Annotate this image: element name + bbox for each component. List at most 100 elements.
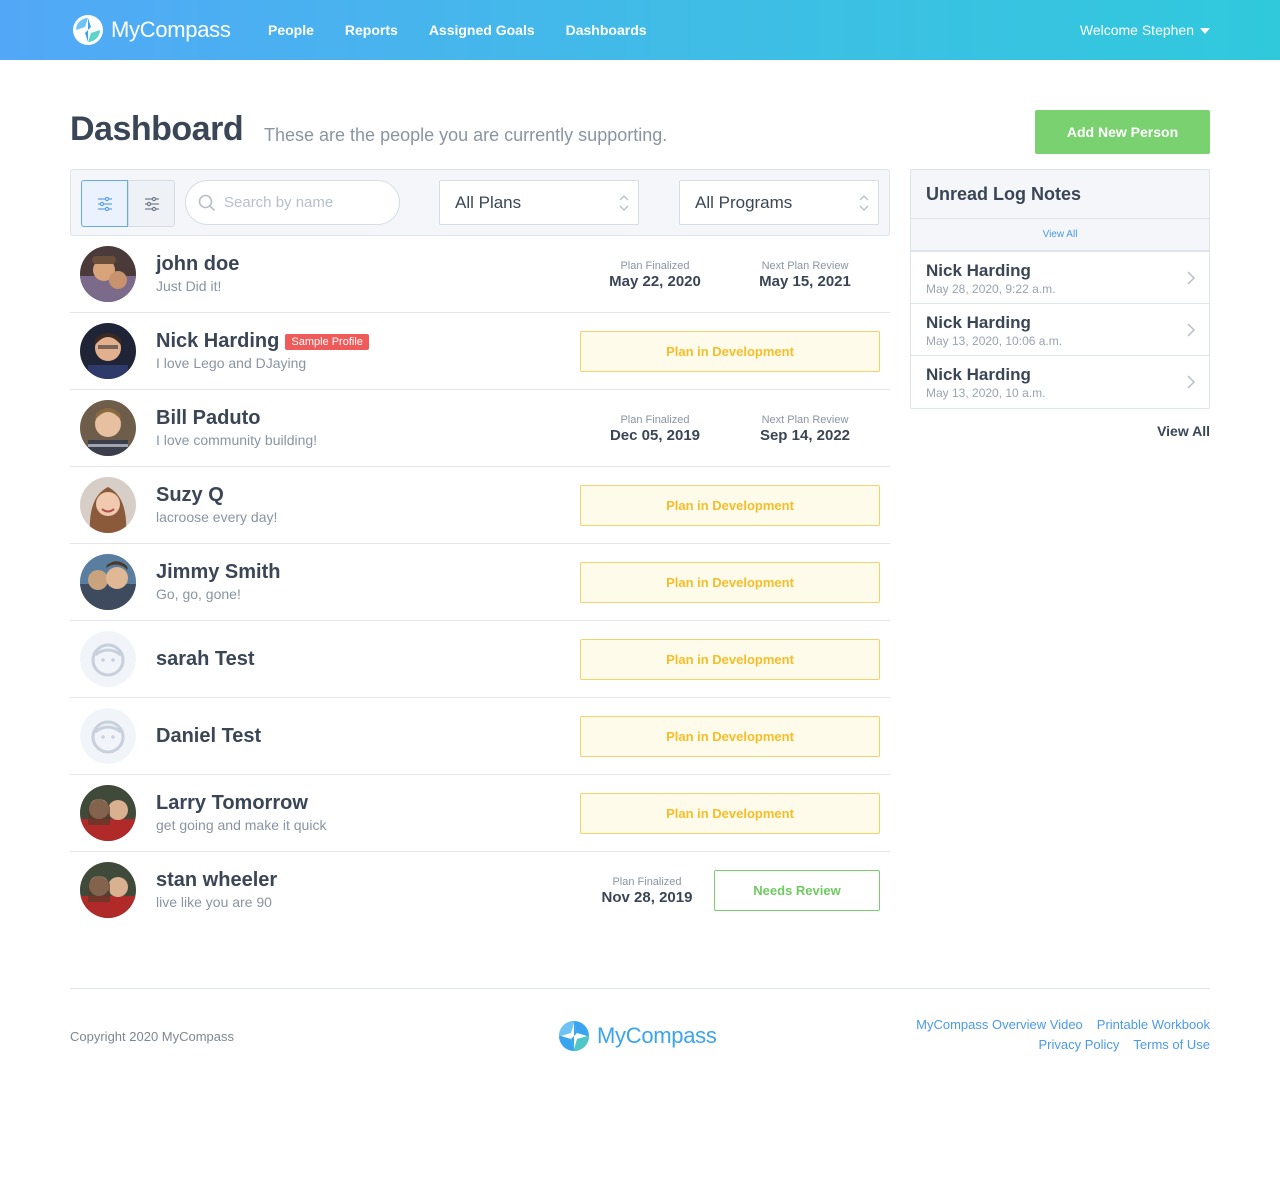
- avatar[interactable]: [80, 785, 136, 841]
- filter-options-button[interactable]: [128, 180, 175, 227]
- search-input[interactable]: [224, 194, 394, 211]
- plan-finalized: Plan Finalized Nov 28, 2019: [572, 876, 722, 906]
- log-note-time: May 13, 2020, 10:06 a.m.: [926, 334, 1063, 348]
- avatar[interactable]: [80, 246, 136, 302]
- person-name[interactable]: stan wheeler: [156, 869, 277, 892]
- plan-finalized-date: Nov 28, 2019: [601, 889, 693, 906]
- privacy-policy-link[interactable]: Privacy Policy: [1039, 1037, 1120, 1052]
- plan-status-button[interactable]: Plan in Development: [580, 485, 880, 526]
- person-name[interactable]: Larry Tomorrow: [156, 792, 308, 815]
- person-name-wrap: Suzy Q: [156, 484, 224, 507]
- person-row[interactable]: Jimmy Smith Go, go, gone! Plan in Develo…: [70, 544, 890, 621]
- compass-logo-icon: [559, 1021, 589, 1051]
- log-note-item[interactable]: Nick Harding May 13, 2020, 10 a.m.: [911, 356, 1209, 408]
- sliders-icon: [97, 196, 112, 211]
- person-name[interactable]: john doe: [156, 253, 239, 276]
- user-menu[interactable]: Welcome Stephen: [1080, 0, 1210, 60]
- printable-workbook-link[interactable]: Printable Workbook: [1097, 1017, 1210, 1032]
- person-row[interactable]: stan wheeler live like you are 90 Plan F…: [70, 852, 890, 929]
- log-note-item[interactable]: Nick Harding May 13, 2020, 10:06 a.m.: [911, 304, 1209, 356]
- needs-review-button[interactable]: Needs Review: [714, 870, 880, 911]
- filter-toggle-button[interactable]: [81, 180, 128, 227]
- plan-status-button[interactable]: Plan in Development: [580, 793, 880, 834]
- person-name[interactable]: Jimmy Smith: [156, 561, 280, 584]
- avatar[interactable]: [80, 323, 136, 379]
- person-name[interactable]: Daniel Test: [156, 725, 261, 748]
- brand-logo-link[interactable]: MyCompass: [72, 14, 231, 46]
- chevron-right-icon: [1187, 375, 1195, 389]
- avatar[interactable]: [80, 400, 136, 456]
- overview-video-link[interactable]: MyCompass Overview Video: [916, 1017, 1083, 1032]
- page-subtitle: These are the people you are currently s…: [264, 125, 668, 145]
- plan-status-button[interactable]: Plan in Development: [580, 331, 880, 372]
- next-review-label: Next Plan Review: [761, 260, 849, 272]
- default-avatar-icon[interactable]: [80, 708, 136, 764]
- caret-down-icon: [1200, 27, 1210, 34]
- person-name[interactable]: Suzy Q: [156, 484, 224, 507]
- sliders-icon: [144, 196, 159, 211]
- person-name-wrap: Larry Tomorrow: [156, 792, 308, 815]
- person-tagline: lacroose every day!: [156, 509, 278, 525]
- person-row[interactable]: Nick Harding Sample Profile I love Lego …: [70, 313, 890, 390]
- person-tagline: Just Did it!: [156, 278, 222, 294]
- plan-status-button[interactable]: Plan in Development: [580, 716, 880, 757]
- terms-of-use-link[interactable]: Terms of Use: [1133, 1037, 1210, 1052]
- plan-finalized-label: Plan Finalized: [620, 414, 690, 426]
- person-row[interactable]: john doe Just Did it! Plan Finalized May…: [70, 236, 890, 313]
- person-name[interactable]: Nick Harding: [156, 330, 279, 353]
- nav-reports[interactable]: Reports: [345, 22, 398, 38]
- log-notes-view-all-link[interactable]: View All: [911, 219, 1209, 252]
- plan-finalized-date: May 22, 2020: [609, 273, 701, 290]
- person-tagline: I love community building!: [156, 432, 318, 448]
- footer-logo[interactable]: MyCompass: [558, 1020, 717, 1052]
- plans-select-value: All Plans: [455, 192, 522, 212]
- up-down-arrows-icon: [619, 195, 629, 211]
- next-review-label: Next Plan Review: [761, 414, 849, 426]
- person-name-wrap: Daniel Test: [156, 725, 261, 748]
- person-tagline: I love Lego and DJaying: [156, 355, 307, 371]
- sample-profile-badge: Sample Profile: [285, 333, 369, 350]
- person-row[interactable]: Suzy Q lacroose every day! Plan in Devel…: [70, 467, 890, 544]
- nav-assigned-goals[interactable]: Assigned Goals: [429, 22, 535, 38]
- person-name[interactable]: Bill Paduto: [156, 407, 260, 430]
- chevron-right-icon: [1187, 323, 1195, 337]
- programs-select-value: All Programs: [695, 192, 793, 212]
- avatar[interactable]: [80, 554, 136, 610]
- plan-status-button[interactable]: Plan in Development: [580, 562, 880, 603]
- plan-status-button[interactable]: Plan in Development: [580, 639, 880, 680]
- nav-people[interactable]: People: [268, 22, 314, 38]
- search-icon: [198, 194, 216, 211]
- person-name-wrap: john doe: [156, 253, 239, 276]
- view-all-log-notes-link[interactable]: View All: [1150, 423, 1210, 439]
- search-box: [185, 180, 400, 225]
- log-note-author: Nick Harding: [926, 365, 1031, 384]
- nav-dashboards[interactable]: Dashboards: [566, 22, 647, 38]
- person-name[interactable]: sarah Test: [156, 648, 255, 671]
- person-name-wrap: Bill Paduto: [156, 407, 260, 430]
- person-name-wrap: Jimmy Smith: [156, 561, 280, 584]
- next-plan-review: Next Plan Review May 15, 2021: [730, 260, 880, 290]
- person-row[interactable]: Larry Tomorrow get going and make it qui…: [70, 775, 890, 852]
- top-navigation-bar: MyCompass People Reports Assigned Goals …: [0, 0, 1280, 60]
- next-plan-review: Next Plan Review Sep 14, 2022: [730, 414, 880, 444]
- person-row[interactable]: Daniel Test Plan in Development: [70, 698, 890, 775]
- plans-select[interactable]: All Plans: [439, 180, 639, 225]
- log-notes-title: Unread Log Notes: [911, 170, 1209, 219]
- plan-finalized-label: Plan Finalized: [612, 876, 682, 888]
- log-note-time: May 28, 2020, 9:22 a.m.: [926, 282, 1056, 296]
- avatar[interactable]: [80, 862, 136, 918]
- default-avatar-icon[interactable]: [80, 631, 136, 687]
- unread-log-notes-panel: Unread Log Notes View All Nick Harding M…: [910, 169, 1210, 409]
- programs-select[interactable]: All Programs: [679, 180, 879, 225]
- add-new-person-button[interactable]: Add New Person: [1035, 110, 1210, 154]
- log-note-item[interactable]: Nick Harding May 28, 2020, 9:22 a.m.: [911, 252, 1209, 304]
- person-row[interactable]: Bill Paduto I love community building! P…: [70, 390, 890, 467]
- welcome-text: Welcome Stephen: [1079, 22, 1194, 38]
- plan-finalized-date: Dec 05, 2019: [609, 427, 701, 444]
- next-review-date: Sep 14, 2022: [759, 427, 851, 444]
- person-tagline: live like you are 90: [156, 894, 272, 910]
- person-row[interactable]: sarah Test Plan in Development: [70, 621, 890, 698]
- avatar[interactable]: [80, 477, 136, 533]
- footer-links: MyCompass Overview Video Printable Workb…: [902, 1017, 1210, 1057]
- log-note-time: May 13, 2020, 10 a.m.: [926, 386, 1046, 400]
